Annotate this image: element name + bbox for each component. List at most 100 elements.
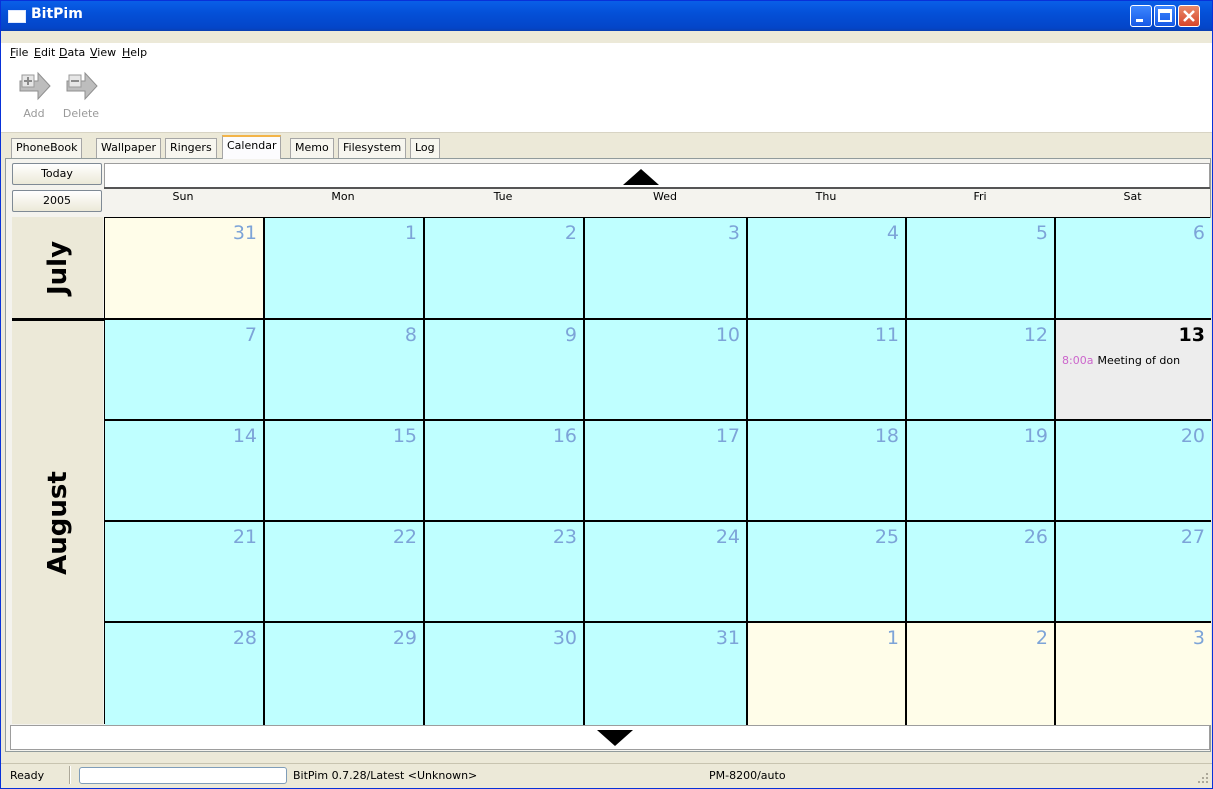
delete-icon	[66, 71, 98, 101]
calendar-grid: 31 1 2 3 4 5 6 7 8 9 10 11 12 13 8:00a Meeting of don 14…	[104, 217, 1211, 725]
calendar-day[interactable]: 7	[105, 320, 265, 421]
weekday-sat: Sat	[1123, 190, 1142, 203]
menu-edit[interactable]: Edit	[34, 46, 55, 59]
app-window: BitPim File Edit Data View Help Add Dele…	[0, 0, 1213, 789]
today-button[interactable]: Today	[12, 163, 102, 185]
tab-log[interactable]: Log	[410, 138, 440, 159]
scroll-down-bar[interactable]	[10, 725, 1210, 750]
calendar-day[interactable]: 29	[265, 623, 425, 725]
weekday-tue: Tue	[493, 190, 513, 203]
calendar-day[interactable]: 14	[105, 421, 265, 522]
calendar-day[interactable]: 5	[907, 218, 1056, 320]
calendar-day[interactable]: 28	[105, 623, 265, 725]
weekday-fri: Fri	[973, 190, 987, 203]
calendar-day[interactable]: 21	[105, 522, 265, 623]
calendar-day[interactable]: 26	[907, 522, 1056, 623]
tab-memo[interactable]: Memo	[290, 138, 334, 159]
day-number: 13	[1178, 324, 1205, 346]
arrow-up-icon[interactable]	[623, 169, 659, 185]
tab-strip: PhoneBook Wallpaper Ringers Calendar Mem…	[1, 135, 1212, 159]
day-number: 25	[874, 526, 899, 548]
calendar-day[interactable]: 17	[585, 421, 748, 522]
maximize-button[interactable]	[1154, 5, 1176, 27]
calendar-day[interactable]: 16	[425, 421, 585, 522]
day-number: 30	[552, 627, 577, 649]
header-divider	[104, 187, 1210, 189]
tab-ringers[interactable]: Ringers	[165, 138, 217, 159]
close-button[interactable]	[1178, 5, 1200, 27]
day-number: 10	[715, 324, 740, 346]
calendar-day[interactable]: 22	[265, 522, 425, 623]
menu-view[interactable]: View	[90, 46, 116, 59]
calendar-day[interactable]: 2	[907, 623, 1056, 725]
calendar-day[interactable]: 8	[265, 320, 425, 421]
status-version: BitPim 0.7.28/Latest <Unknown>	[293, 769, 478, 782]
calendar-day[interactable]: 3	[585, 218, 748, 320]
day-number: 23	[552, 526, 577, 548]
tab-phonebook[interactable]: PhoneBook	[11, 138, 83, 159]
day-number: 9	[564, 324, 577, 346]
calendar-day[interactable]: 9	[425, 320, 585, 421]
day-number: 29	[392, 627, 417, 649]
scroll-up-bar[interactable]	[104, 163, 1210, 188]
calendar-day[interactable]: 2	[425, 218, 585, 320]
menu-file[interactable]: File	[10, 46, 28, 59]
event-time: 8:00a	[1062, 354, 1094, 367]
calendar-day[interactable]: 20	[1056, 421, 1211, 522]
calendar-day[interactable]: 31	[105, 218, 265, 320]
calendar-day-today[interactable]: 13 8:00a Meeting of don	[1056, 320, 1211, 421]
calendar-day[interactable]: 27	[1056, 522, 1211, 623]
calendar-day[interactable]: 1	[265, 218, 425, 320]
weekday-thu: Thu	[815, 190, 837, 203]
status-ready: Ready	[10, 769, 45, 782]
menu-help[interactable]: Help	[122, 46, 147, 59]
calendar-day[interactable]: 18	[748, 421, 907, 522]
day-number: 20	[1180, 425, 1205, 447]
day-number: 8	[404, 324, 417, 346]
month-label-july: July	[42, 240, 73, 295]
day-number: 7	[244, 324, 257, 346]
day-number: 16	[552, 425, 577, 447]
day-number: 4	[886, 222, 899, 244]
month-label-august: August	[42, 470, 73, 575]
tab-filesystem[interactable]: Filesystem	[338, 138, 407, 159]
resize-grip-icon[interactable]	[1198, 773, 1208, 783]
calendar-day[interactable]: 6	[1056, 218, 1211, 320]
calendar-event[interactable]: 8:00a Meeting of don	[1062, 354, 1180, 367]
minimize-button[interactable]	[1130, 5, 1152, 27]
day-number: 5	[1035, 222, 1048, 244]
month-label-july-panel: July	[12, 217, 103, 318]
arrow-down-icon[interactable]	[597, 730, 633, 746]
day-number: 3	[1192, 627, 1205, 649]
year-button[interactable]: 2005	[12, 190, 102, 212]
weekday-mon: Mon	[331, 190, 355, 203]
window-title: BitPim	[31, 6, 83, 22]
calendar-day[interactable]: 19	[907, 421, 1056, 522]
day-number: 31	[232, 222, 257, 244]
day-number: 6	[1192, 222, 1205, 244]
day-number: 21	[232, 526, 257, 548]
menu-data[interactable]: Data	[59, 46, 85, 59]
calendar-day[interactable]: 23	[425, 522, 585, 623]
delete-label: Delete	[62, 107, 100, 120]
tab-calendar[interactable]: Calendar	[222, 135, 282, 159]
add-button[interactable]: Add	[9, 67, 59, 129]
calendar-day[interactable]: 24	[585, 522, 748, 623]
day-number: 27	[1180, 526, 1205, 548]
day-number: 1	[886, 627, 899, 649]
calendar-day[interactable]: 3	[1056, 623, 1211, 725]
calendar-day[interactable]: 31	[585, 623, 748, 725]
calendar-day[interactable]: 25	[748, 522, 907, 623]
title-bar[interactable]: BitPim	[1, 1, 1212, 31]
day-number: 12	[1023, 324, 1048, 346]
calendar-day[interactable]: 4	[748, 218, 907, 320]
delete-button[interactable]: Delete	[56, 67, 106, 129]
calendar-day[interactable]: 1	[748, 623, 907, 725]
calendar-day[interactable]: 12	[907, 320, 1056, 421]
calendar-day[interactable]: 11	[748, 320, 907, 421]
tab-wallpaper[interactable]: Wallpaper	[96, 138, 162, 159]
calendar-day[interactable]: 10	[585, 320, 748, 421]
calendar-day[interactable]: 15	[265, 421, 425, 522]
calendar-day[interactable]: 30	[425, 623, 585, 725]
day-number: 31	[715, 627, 740, 649]
